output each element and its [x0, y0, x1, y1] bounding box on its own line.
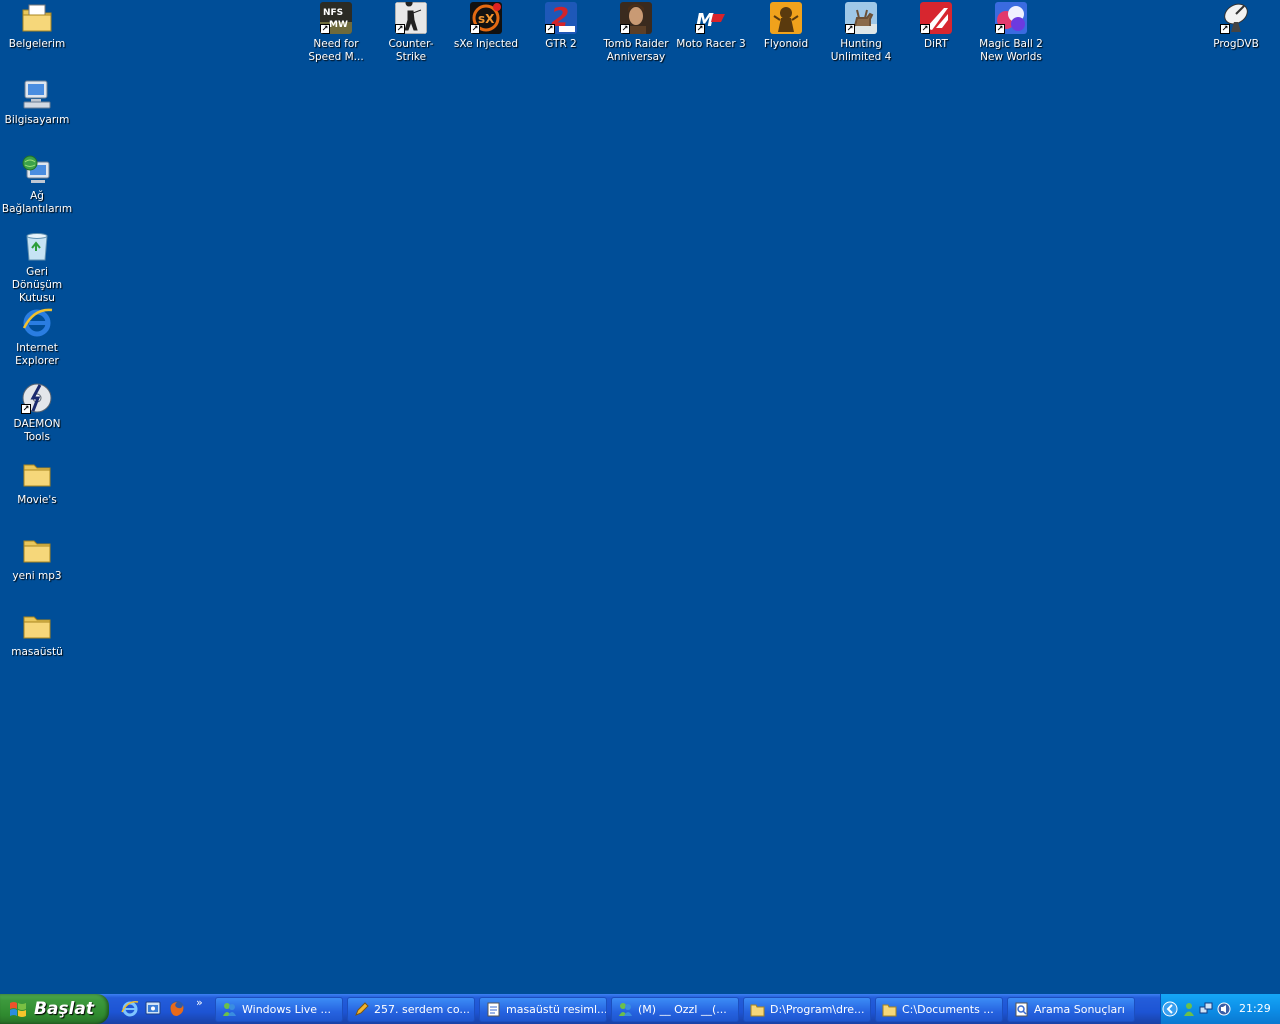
internet-explorer-icon[interactable]	[121, 999, 139, 1017]
shortcut-arrow-icon: ↗	[620, 24, 630, 34]
desktop-icon-magic-ball-2[interactable]: ↗ Magic Ball 2 New Worlds	[974, 2, 1048, 64]
recycle-bin-icon	[21, 230, 53, 262]
counter-strike-icon: ↗	[395, 2, 427, 34]
shortcut-arrow-icon: ↗	[1220, 24, 1230, 34]
shortcut-arrow-icon: ↗	[320, 24, 330, 34]
taskbar-button-ozzi-chat[interactable]: (M) __ OzzI __(...	[611, 997, 739, 1022]
desktop-icon-daemon-tools[interactable]: ↗ DAEMON Tools	[0, 382, 74, 444]
shortcut-arrow-icon: ↗	[695, 24, 705, 34]
desktop-icon-internet-explorer[interactable]: Internet Explorer	[0, 306, 74, 368]
network-tray-icon[interactable]	[1199, 1001, 1213, 1015]
internet-explorer-icon	[21, 306, 53, 338]
quick-launch-overflow[interactable]: »	[196, 996, 203, 1009]
shortcut-arrow-icon: ↗	[395, 24, 405, 34]
sxe-injected-icon: sX ↗	[470, 2, 502, 34]
desktop-icon-hunting-unlimited-4[interactable]: ↗ Hunting Unlimited 4	[824, 2, 898, 64]
desktop-icon-progdvb[interactable]: ↗ ProgDVB	[1199, 2, 1273, 51]
moto-racer-icon: M ↗	[695, 2, 727, 34]
shortcut-arrow-icon: ↗	[545, 24, 555, 34]
folder-icon	[750, 1002, 765, 1017]
taskbar-button-windows-live[interactable]: Windows Live ...	[215, 997, 343, 1022]
folder-icon	[21, 534, 53, 566]
desktop-icon-need-for-speed[interactable]: NFS MW ↗ Need for Speed M...	[299, 2, 373, 64]
windows-flag-icon	[9, 1001, 27, 1017]
firefox-icon[interactable]	[168, 999, 186, 1017]
svg-text:MW: MW	[329, 20, 348, 30]
start-label: Başlat	[34, 999, 94, 1019]
shortcut-arrow-icon: ↗	[995, 24, 1005, 34]
desktop-icon-gtr-2[interactable]: 2 ↗ GTR 2	[524, 2, 598, 51]
desktop-icon-dirt[interactable]: ↗ DiRT	[899, 2, 973, 51]
taskbar: Başlat » Windows Live ... 257. serdem co…	[0, 994, 1280, 1024]
gtr2-icon: 2 ↗	[545, 2, 577, 34]
svg-text:NFS: NFS	[323, 8, 343, 18]
document-icon	[486, 1002, 501, 1017]
search-results-icon	[1014, 1002, 1029, 1017]
desktop-icon-flyonoid[interactable]: Flyonoid	[749, 2, 823, 51]
desktop-icon-masaustu[interactable]: masaüstü	[0, 610, 74, 659]
show-desktop-icon[interactable]	[144, 999, 162, 1017]
desktop-icon-ag-baglantilarim[interactable]: Ağ Bağlantılarım	[0, 154, 74, 216]
svg-text:sX: sX	[478, 12, 495, 26]
taskbar-button-serdem[interactable]: 257. serdem co...	[347, 997, 475, 1022]
shortcut-arrow-icon: ↗	[470, 24, 480, 34]
daemon-tools-icon: ↗	[21, 382, 53, 414]
volume-tray-icon[interactable]	[1217, 1001, 1231, 1016]
folder-icon	[882, 1002, 897, 1017]
taskbar-button-d-program[interactable]: D:\Program\dre...	[743, 997, 871, 1022]
flyonoid-icon	[770, 2, 802, 34]
shortcut-arrow-icon: ↗	[21, 404, 31, 414]
clock[interactable]: 21:29	[1239, 1002, 1271, 1015]
nfs-most-wanted-icon: NFS MW ↗	[320, 2, 352, 34]
desktop-icon-tomb-raider[interactable]: ↗ Tomb Raider Anniversay	[599, 2, 673, 64]
desktop-icon-movies[interactable]: Movie's	[0, 458, 74, 507]
system-tray: 21:29	[1160, 994, 1280, 1024]
desktop-icon-yeni-mp3[interactable]: yeni mp3	[0, 534, 74, 583]
hunting-unlimited-icon: ↗	[845, 2, 877, 34]
messenger-icon	[222, 1002, 237, 1017]
shortcut-arrow-icon: ↗	[920, 24, 930, 34]
chevron-left-icon[interactable]	[1162, 1001, 1178, 1017]
desktop-icon-moto-racer-3[interactable]: M ↗ Moto Racer 3	[674, 2, 748, 51]
desktop-icon-belgelerim[interactable]: Belgelerim	[0, 2, 74, 51]
tomb-raider-icon: ↗	[620, 2, 652, 34]
messenger-icon	[618, 1002, 633, 1017]
pencil-icon	[354, 1002, 369, 1017]
my-computer-icon	[21, 78, 53, 110]
desktop-icon-bilgisayarim[interactable]: Bilgisayarım	[0, 78, 74, 127]
taskbar-button-arama-sonuclari[interactable]: Arama Sonuçları	[1007, 997, 1135, 1022]
taskbar-button-masaustu-resimleri[interactable]: masaüstü resiml...	[479, 997, 607, 1022]
desktop-icon-geri-donusum-kutusu[interactable]: Geri Dönüşüm Kutusu	[0, 230, 74, 305]
magic-ball-icon: ↗	[995, 2, 1027, 34]
my-documents-icon	[21, 2, 53, 34]
start-button[interactable]: Başlat	[0, 994, 109, 1024]
desktop-icon-sxe-injected[interactable]: sX ↗ sXe Injected	[449, 2, 523, 51]
taskbar-button-c-documents[interactable]: C:\Documents ...	[875, 997, 1003, 1022]
desktop-icon-counter-strike[interactable]: ↗ Counter-Strike	[374, 2, 448, 64]
shortcut-arrow-icon: ↗	[845, 24, 855, 34]
folder-icon	[21, 458, 53, 490]
network-places-icon	[21, 154, 53, 186]
satellite-dish-icon: ↗	[1220, 2, 1252, 34]
dirt-icon: ↗	[920, 2, 952, 34]
folder-icon	[21, 610, 53, 642]
messenger-tray-icon[interactable]	[1182, 1001, 1196, 1016]
